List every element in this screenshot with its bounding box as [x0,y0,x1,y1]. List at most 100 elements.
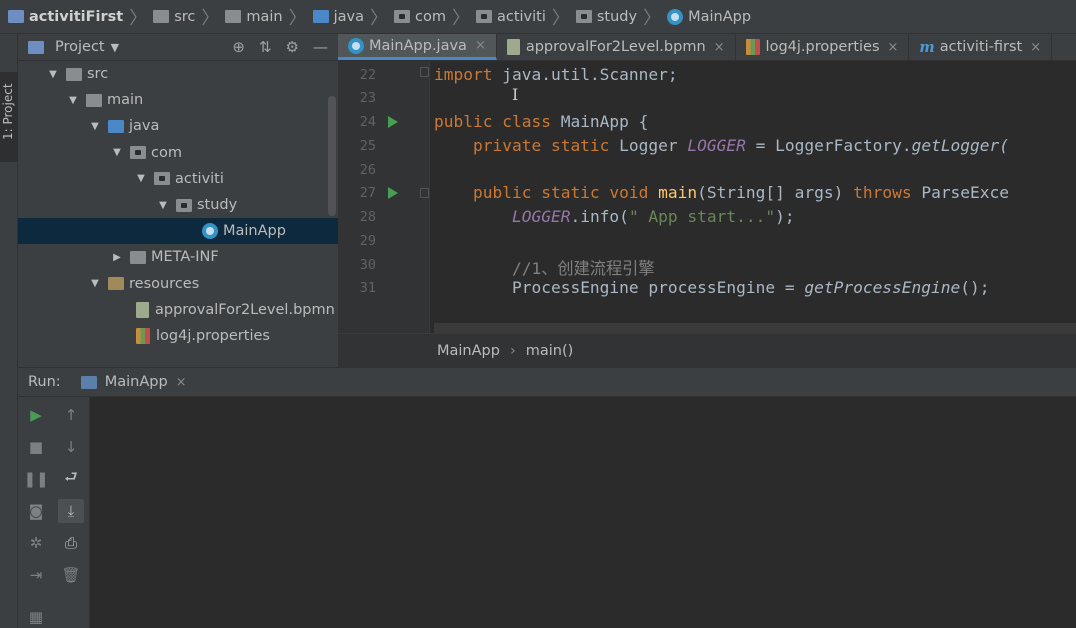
project-panel: Project ▼ ⊕ ⇅ ⚙ — ▼ src ▼ main ▼ java ▼ com … [18,34,338,364]
pause-icon[interactable]: ❚❚ [23,469,48,489]
tree-item-meta-inf[interactable]: ▶ META-INF [18,244,338,270]
project-view-icon [28,40,44,54]
tree-item-activiti[interactable]: ▼ activiti [18,166,338,192]
package-icon [575,10,592,23]
camera-icon[interactable]: ◙ [26,501,46,521]
run-class-icon[interactable] [388,116,398,128]
code-editor[interactable]: 22 23 24 25 26 27 28 29 30 31 import jav… [338,61,1076,333]
close-icon[interactable]: × [888,40,899,55]
chevron-right-icon: 〉 [201,7,220,29]
maven-icon: m [919,38,935,56]
run-console-output[interactable] [90,397,1076,628]
tree-item-java[interactable]: ▼ java [18,113,338,139]
run-tab-mainapp[interactable]: MainApp × [80,374,187,390]
up-arrow-icon[interactable]: ↑ [61,405,81,425]
breadcrumb-com[interactable]: com [390,0,450,33]
expand-arrow-icon[interactable]: ▼ [158,200,168,211]
breadcrumb-study[interactable]: study [572,0,641,33]
tree-item-src[interactable]: ▼ src [18,61,338,87]
line-number: 23 [359,90,376,106]
folder-icon [86,93,102,107]
properties-file-icon [136,327,150,344]
left-tool-strip: 1: Project [0,34,18,628]
scroll-to-end-icon[interactable]: ⤓ [58,499,84,523]
stop-icon[interactable]: ■ [26,437,46,457]
project-tree: ▼ src ▼ main ▼ java ▼ com ▼ activiti ▼ study M… [18,61,338,349]
folder-icon [130,250,146,264]
collapse-arrow-icon[interactable]: ▶ [112,252,122,263]
locate-icon[interactable]: ⊕ [232,38,245,56]
minimize-icon[interactable]: — [313,38,328,56]
caret-row-highlight [434,323,1076,333]
fold-icon[interactable] [420,188,429,198]
project-view-selector[interactable]: Project [55,39,105,55]
close-icon[interactable]: × [475,38,486,53]
tree-item-mainapp[interactable]: MainApp [18,218,338,245]
source-folder-icon [312,10,329,23]
tree-item-log4j[interactable]: log4j.properties [18,323,338,349]
down-arrow-icon[interactable]: ↓ [61,437,81,457]
close-icon[interactable]: × [176,375,187,390]
chevron-right-icon: 〉 [129,7,148,29]
breadcrumb-java[interactable]: java [309,0,368,33]
breadcrumb-activiti[interactable]: activiti [472,0,550,33]
project-panel-header: Project ▼ ⊕ ⇅ ⚙ — [18,34,338,61]
breadcrumb-mainapp[interactable]: MainApp [663,0,755,33]
module-icon [8,10,24,23]
tree-item-com[interactable]: ▼ com [18,140,338,166]
editor-breadcrumb: MainApp › main() [338,333,1076,367]
package-icon [394,10,410,23]
close-icon[interactable]: × [1030,40,1041,55]
class-icon [348,37,364,54]
tree-item-main[interactable]: ▼ main [18,87,338,113]
layout-icon[interactable]: ▦ [26,607,46,627]
breadcrumb-main[interactable]: main [221,0,286,33]
tab-mainapp[interactable]: MainApp.java × [338,34,497,60]
editor-breadcrumb-method[interactable]: main() [526,343,574,359]
expand-arrow-icon[interactable]: ▼ [90,121,100,132]
expand-arrow-icon[interactable]: ▼ [68,95,78,106]
package-icon [130,146,146,160]
expand-arrow-icon[interactable]: ▼ [48,69,58,80]
tree-item-study[interactable]: ▼ study [18,192,338,218]
project-scrollbar[interactable] [328,96,336,216]
line-number: 25 [359,138,376,154]
print-icon[interactable]: ⎙ [61,533,81,553]
chevron-right-icon: 〉 [551,7,570,29]
expand-arrow-icon[interactable]: ▼ [136,173,146,184]
expand-arrow-icon[interactable]: ▼ [90,278,100,289]
soft-wrap-icon[interactable]: ⮐ [61,468,81,489]
properties-file-icon [745,39,760,55]
line-number: 22 [359,67,376,83]
tree-item-bpmn[interactable]: approvalFor2Level.bpmn [18,297,338,323]
tab-bpmn[interactable]: approvalFor2Level.bpmn × [497,34,736,60]
expand-arrow-icon[interactable]: ▼ [112,147,122,158]
trash-icon[interactable]: 🗑 [61,565,81,585]
folder-icon [225,10,242,23]
navigation-bar: activitiFirst 〉 src 〉 main 〉 java 〉 com … [0,0,1076,34]
file-icon [136,301,149,318]
chevron-right-icon: 〉 [370,7,388,29]
collapse-all-icon[interactable]: ⇅ [259,38,272,56]
tab-log4j[interactable]: log4j.properties × [736,34,910,60]
run-label: Run: [28,374,61,390]
project-tool-tab-label[interactable]: 1: Project [1,83,15,140]
exit-icon[interactable]: ⇥ [26,565,46,585]
line-number: 31 [359,280,376,296]
debug-icon[interactable]: ✲ [26,533,46,553]
chevron-down-icon[interactable]: ▼ [111,41,119,54]
editor-breadcrumb-class[interactable]: MainApp [437,343,500,359]
rerun-icon[interactable]: ▶ [26,405,46,425]
chevron-right-icon: › [509,342,516,359]
run-main-icon[interactable] [388,187,398,199]
code-line-27: public static void main(String[] args) t… [472,183,1010,202]
tab-pom[interactable]: m activiti-first × [909,34,1053,60]
close-icon[interactable]: × [714,40,725,55]
tree-item-resources[interactable]: ▼ resources [18,271,338,297]
code-line-30: //1、创建流程引擎 [511,259,655,278]
breadcrumb-src[interactable]: src [149,0,199,33]
gear-icon[interactable]: ⚙ [286,38,299,56]
line-number: 29 [359,233,376,249]
fold-icon[interactable] [420,67,429,77]
breadcrumb-project[interactable]: activitiFirst [4,0,127,33]
